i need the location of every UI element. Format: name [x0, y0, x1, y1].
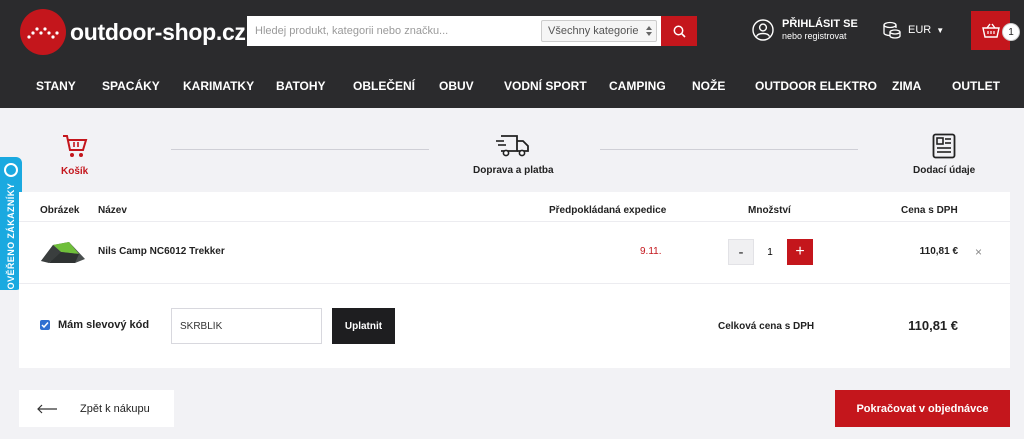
- step-divider: [600, 149, 858, 150]
- back-to-shop-button[interactable]: Zpět k nákupu: [19, 390, 174, 427]
- search-bar: Všechny kategorie: [247, 16, 697, 46]
- remove-item-icon[interactable]: ×: [975, 245, 982, 259]
- discount-checkbox[interactable]: [40, 320, 50, 330]
- category-select[interactable]: Všechny kategorie: [541, 20, 657, 42]
- header-bar: outdoor-shop.cz Všechny kategorie PŘIHLÁ…: [0, 0, 1024, 65]
- row-divider: [19, 283, 1010, 284]
- verified-badge-text: OVĚŘENO ZÁKAZNÍKY: [6, 183, 16, 290]
- continue-order-button[interactable]: Pokračovat v objednávce: [835, 390, 1010, 427]
- back-to-shop-label: Zpět k nákupu: [80, 402, 150, 415]
- coins-icon: [883, 21, 901, 39]
- column-header-expedition: Předpokládaná expedice: [549, 205, 667, 216]
- cart-panel: [19, 192, 1010, 368]
- select-arrows-icon: [646, 26, 652, 36]
- item-price: 110,81 €: [919, 246, 958, 257]
- logo-text: outdoor-shop.cz: [70, 18, 246, 45]
- form-icon: [932, 133, 956, 159]
- search-input[interactable]: [247, 16, 541, 46]
- seal-icon: [4, 163, 18, 177]
- step-cart[interactable]: Košík: [61, 133, 88, 177]
- discount-code-input[interactable]: [171, 308, 322, 344]
- nav-item-karimatky[interactable]: KARIMATKY: [183, 65, 254, 108]
- column-header-image: Obrázek: [40, 205, 80, 216]
- login-link[interactable]: PŘIHLÁSIT SE nebo registrovat: [752, 18, 858, 42]
- discount-label: Mám slevový kód: [58, 319, 150, 331]
- nav-item-zima[interactable]: ZIMA: [892, 65, 921, 108]
- nav-item-vodni-sport[interactable]: VODNÍ SPORT: [504, 65, 587, 108]
- row-divider: [19, 221, 1010, 222]
- nav-item-outlet[interactable]: OUTLET: [952, 65, 1000, 108]
- basket-icon: [981, 23, 1000, 38]
- currency-select[interactable]: EUR ▼: [882, 20, 944, 40]
- nav-item-obleceni[interactable]: OBLEČENÍ: [353, 65, 415, 108]
- apply-discount-button[interactable]: Uplatnit: [332, 308, 395, 344]
- logo[interactable]: outdoor-shop.cz: [20, 9, 246, 55]
- total-label: Celková cena s DPH: [718, 321, 815, 332]
- nav-item-stany[interactable]: STANY: [36, 65, 76, 108]
- step-label: Dodací údaje: [913, 165, 976, 176]
- step-label: Košík: [61, 166, 89, 177]
- basket-icon: [62, 135, 87, 157]
- nav-item-obuv[interactable]: OBUV: [439, 65, 474, 108]
- nav-item-batohy[interactable]: BATOHY: [276, 65, 326, 108]
- step-divider: [171, 149, 429, 150]
- search-button[interactable]: [661, 16, 697, 46]
- step-label: Doprava a platba: [473, 165, 554, 176]
- search-icon: [673, 25, 686, 38]
- arrow-left-icon: [37, 404, 57, 413]
- nav-item-camping[interactable]: CAMPING: [609, 65, 666, 108]
- quantity-decrease-button[interactable]: -: [728, 239, 754, 265]
- category-select-value: Všechny kategorie: [548, 25, 639, 37]
- login-title: PŘIHLÁSIT SE: [782, 18, 858, 30]
- currency-value: EUR: [908, 24, 932, 36]
- nav-item-noze[interactable]: NOŽE: [692, 65, 725, 108]
- nav-item-spacaky[interactable]: SPACÁKY: [102, 65, 160, 108]
- quantity-increase-button[interactable]: +: [787, 239, 813, 265]
- quantity-input[interactable]: [756, 239, 784, 265]
- main-nav: STANY SPACÁKY KARIMATKY BATOHY OBLEČENÍ …: [0, 65, 1024, 108]
- product-image[interactable]: [39, 239, 87, 265]
- column-header-name: Název: [98, 205, 127, 216]
- step-delivery-details[interactable]: Dodací údaje: [913, 133, 975, 176]
- logo-icon: [20, 9, 66, 55]
- expedition-date: 9.11.: [640, 246, 662, 257]
- cart-button[interactable]: 1: [971, 11, 1020, 50]
- checkmark-icon: [41, 322, 49, 329]
- product-name[interactable]: Nils Camp NC6012 Trekker: [98, 246, 225, 257]
- user-icon: [752, 19, 774, 41]
- nav-item-outdoor-elektro[interactable]: OUTDOOR ELEKTRO: [755, 65, 877, 108]
- register-text: nebo registrovat: [782, 31, 847, 41]
- truck-icon: [496, 135, 530, 157]
- cart-count-badge: 1: [1002, 23, 1020, 41]
- total-value: 110,81 €: [908, 318, 958, 333]
- column-header-price: Cena s DPH: [901, 205, 958, 216]
- column-header-quantity: Množství: [748, 205, 791, 216]
- step-shipping[interactable]: Doprava a platba: [473, 133, 554, 176]
- caret-down-icon: ▼: [936, 25, 945, 35]
